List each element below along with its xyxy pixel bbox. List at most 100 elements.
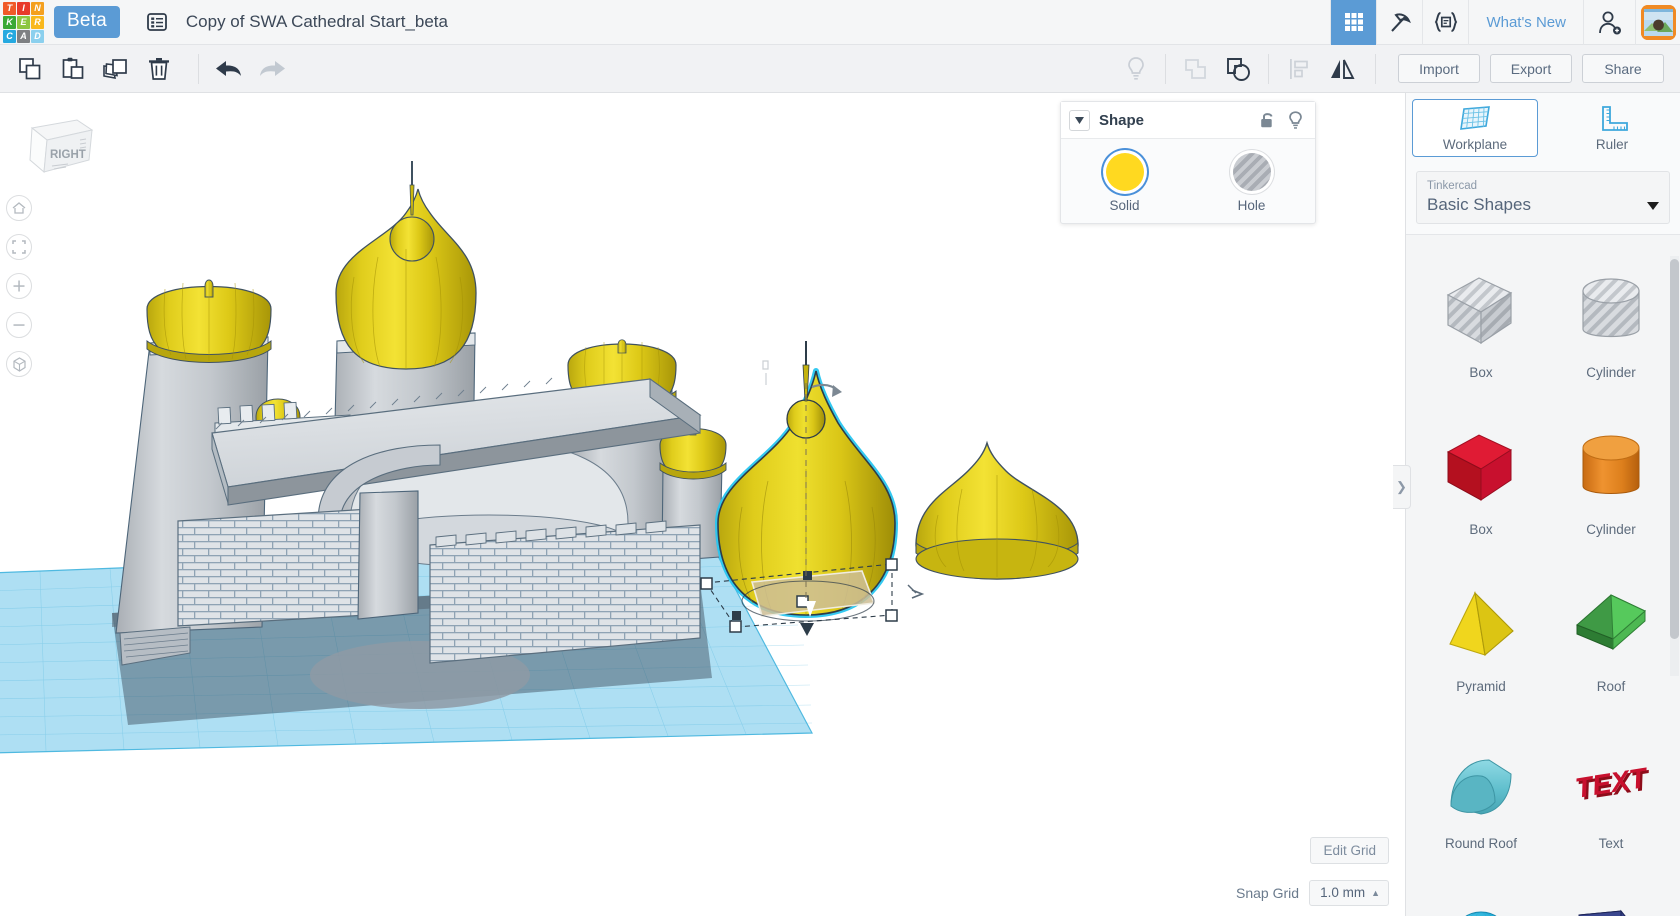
shape-thumbnail: TEXT TEXT xyxy=(1569,742,1653,826)
undo-arrow-icon[interactable] xyxy=(207,45,250,93)
move-handle-cone[interactable] xyxy=(800,623,814,636)
fit-all-button[interactable] xyxy=(6,234,32,260)
toolbar-divider xyxy=(198,53,199,84)
solid-label: Solid xyxy=(1109,198,1140,213)
list-panel-icon[interactable] xyxy=(144,9,170,35)
shape-box-hole[interactable]: Box xyxy=(1416,247,1546,404)
chevron-up-icon: ▲ xyxy=(1371,887,1380,898)
ungroup-shapes-icon[interactable] xyxy=(1217,45,1260,93)
tab-ruler[interactable]: Ruler xyxy=(1550,99,1674,157)
duplicate-icon[interactable] xyxy=(94,45,137,93)
shape-cylinder-orange[interactable]: Cylinder xyxy=(1546,404,1676,561)
import-button[interactable]: Import xyxy=(1398,54,1480,83)
sidebar-tabs: Workplane Ruler xyxy=(1406,93,1680,163)
tab-ruler-label: Ruler xyxy=(1595,137,1629,152)
chevron-down-icon xyxy=(1647,202,1659,215)
shape-thumbnail xyxy=(1439,899,1523,916)
shape-wedge[interactable]: Wedge xyxy=(1546,875,1676,916)
library-selector[interactable]: Tinkercad Basic Shapes xyxy=(1416,171,1670,225)
paste-icon[interactable] xyxy=(51,45,94,93)
workplane-grid-icon xyxy=(1460,106,1490,130)
shape-label: Cylinder xyxy=(1586,522,1636,538)
tab-workplane[interactable]: Workplane xyxy=(1412,99,1538,157)
shape-text[interactable]: TEXT TEXT Text xyxy=(1546,718,1676,875)
toolbar-divider xyxy=(1375,53,1376,84)
codeblocks-pickaxe-icon[interactable] xyxy=(1376,0,1422,45)
logo-tile: A xyxy=(17,30,30,43)
tab-workplane-label: Workplane xyxy=(1442,137,1508,152)
model-center-pillar xyxy=(357,490,419,620)
svg-text:TEXT: TEXT xyxy=(1573,762,1651,804)
brackets-code-icon[interactable] xyxy=(1422,0,1468,45)
blocks-grid-icon[interactable] xyxy=(1330,0,1377,45)
orthographic-toggle-button[interactable] xyxy=(6,351,32,377)
shape-thumbnail xyxy=(1569,899,1653,916)
hole-label: Hole xyxy=(1237,198,1266,213)
scale-handle-arrow[interactable] xyxy=(907,584,925,599)
unlock-icon[interactable] xyxy=(1260,111,1276,130)
shape-label: Box xyxy=(1469,522,1493,538)
zoom-out-button[interactable] xyxy=(6,312,32,338)
grid-controls: Edit Grid xyxy=(1310,837,1389,864)
redo-arrow-icon xyxy=(250,45,293,93)
shape-box-red[interactable]: Box xyxy=(1416,404,1546,561)
pointer-hint xyxy=(762,360,769,385)
delete-trash-icon[interactable] xyxy=(137,45,180,93)
sidebar-collapse-button[interactable]: ❯ xyxy=(1393,465,1411,509)
add-person-icon[interactable] xyxy=(1583,0,1635,45)
beta-badge-button[interactable]: Beta xyxy=(54,6,120,38)
shape-round-roof[interactable]: Round Roof xyxy=(1416,718,1546,875)
edit-toolbar: Import Export Share xyxy=(0,45,1680,93)
shape-cylinder-hole[interactable]: Cylinder xyxy=(1546,247,1676,404)
logo-tile: I xyxy=(17,2,30,15)
edit-grid-button[interactable]: Edit Grid xyxy=(1310,837,1389,864)
mirror-flip-icon[interactable] xyxy=(1320,45,1363,93)
shape-pyramid[interactable]: Pyramid xyxy=(1416,561,1546,718)
spare-shape-dome[interactable] xyxy=(915,440,1079,580)
snap-grid-row: Snap Grid 1.0 mm ▲ xyxy=(1236,880,1389,906)
solid-swatch[interactable] xyxy=(1105,153,1144,191)
view-cube[interactable]: RIGHT xyxy=(20,110,95,182)
document-title[interactable]: Copy of SWA Cathedral Start_beta xyxy=(186,12,448,32)
solid-option[interactable]: Solid xyxy=(1061,153,1188,213)
export-button[interactable]: Export xyxy=(1490,54,1572,83)
shapes-grid[interactable]: Box Cylinder Box Cylinder Pyramid Roof R… xyxy=(1406,235,1680,916)
avatar[interactable] xyxy=(1640,4,1676,40)
logo-tile: E xyxy=(17,16,30,29)
shape-thumbnail xyxy=(1439,585,1523,669)
shape-thumbnail xyxy=(1439,428,1523,512)
shape-thumbnail xyxy=(1439,271,1523,355)
snap-grid-value: 1.0 mm xyxy=(1320,885,1366,900)
share-button[interactable]: Share xyxy=(1582,54,1664,83)
zoom-in-button[interactable] xyxy=(6,273,32,299)
shape-sphere[interactable]: Sphere xyxy=(1416,875,1546,916)
sidebar-scrollbar-thumb[interactable] xyxy=(1670,259,1679,639)
light-bulb-icon xyxy=(1114,45,1157,93)
chevron-down-icon[interactable] xyxy=(1069,109,1090,131)
shape-panel-header: Shape xyxy=(1061,102,1315,139)
hole-swatch[interactable] xyxy=(1232,153,1271,191)
logo-tile: N xyxy=(31,2,44,15)
group-shapes-icon xyxy=(1174,45,1217,93)
shape-panel-body: Solid Hole xyxy=(1061,139,1315,223)
shape-label: Round Roof xyxy=(1444,836,1518,852)
view-cube-label: RIGHT xyxy=(50,149,86,161)
shape-label: Box xyxy=(1469,365,1493,381)
shape-roof[interactable]: Roof xyxy=(1546,561,1676,718)
whats-new-link[interactable]: What's New xyxy=(1468,0,1583,45)
hole-option[interactable]: Hole xyxy=(1188,153,1315,213)
tinkercad-logo[interactable]: T I N K E R C A D xyxy=(2,1,44,43)
ruler-icon xyxy=(1602,106,1628,131)
shape-panel-title: Shape xyxy=(1099,111,1145,129)
tinkercad-app: T I N K E R C A D Beta Copy of SWA Cathe… xyxy=(0,0,1680,916)
align-icon xyxy=(1277,45,1320,93)
light-bulb-icon[interactable] xyxy=(1288,110,1303,130)
logo-tile: R xyxy=(31,16,44,29)
top-bar-right-group: What's New xyxy=(1330,0,1680,45)
snap-grid-select[interactable]: 1.0 mm ▲ xyxy=(1309,880,1389,906)
shape-thumbnail xyxy=(1569,271,1653,355)
home-view-button[interactable] xyxy=(6,195,32,221)
copy-icon[interactable] xyxy=(8,45,51,93)
avatar-wrapper[interactable] xyxy=(1635,0,1680,45)
logo-tile: C xyxy=(3,30,16,43)
